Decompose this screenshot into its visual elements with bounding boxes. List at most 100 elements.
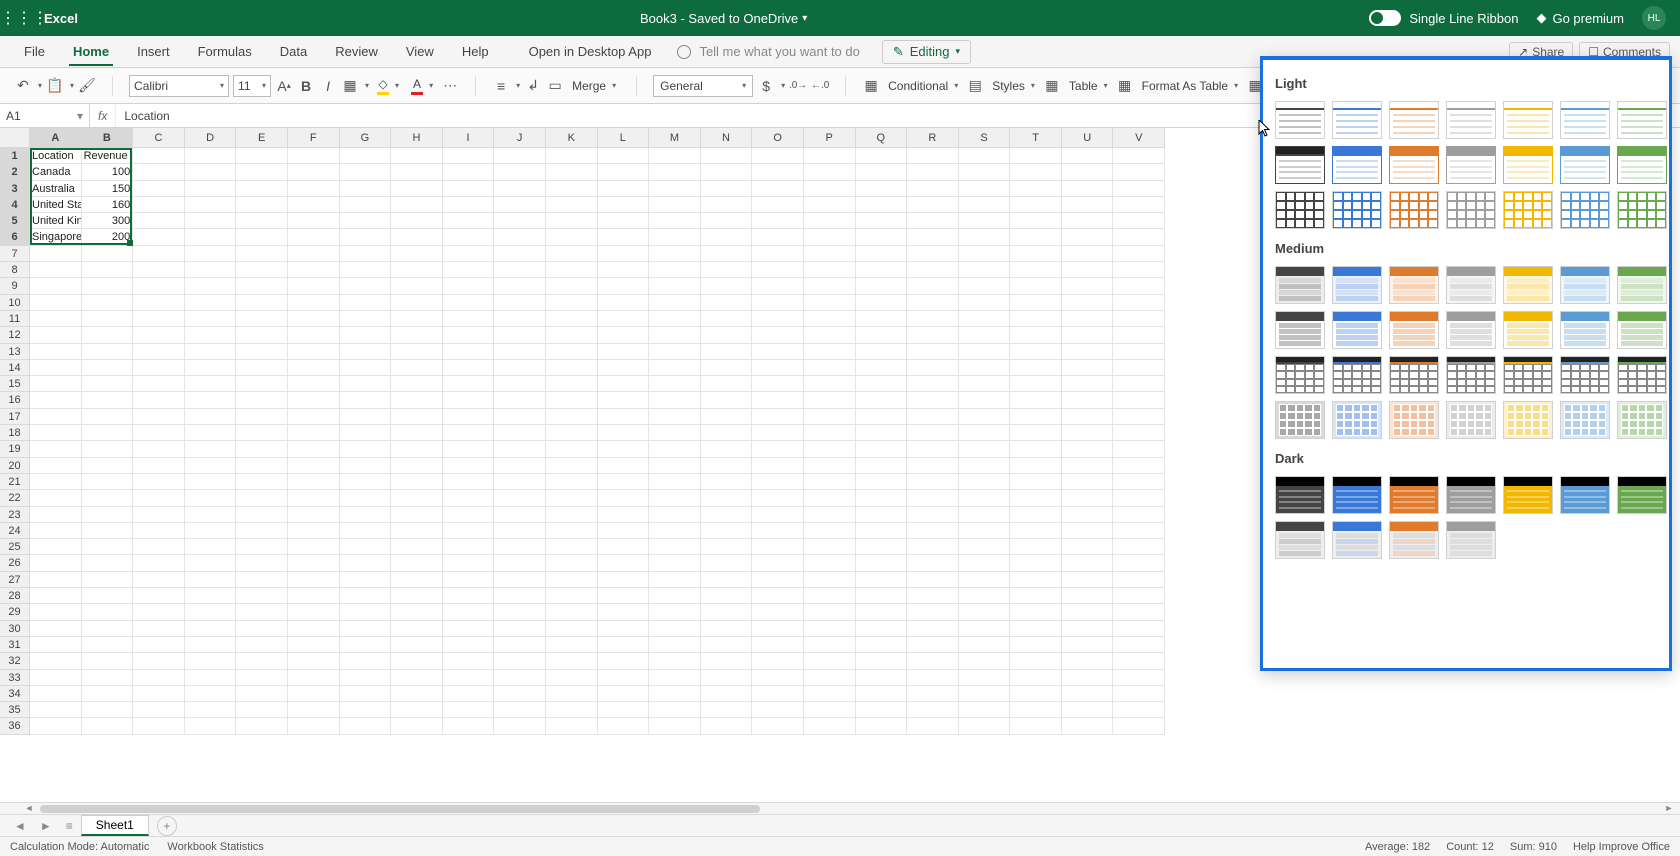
- cell[interactable]: [598, 213, 650, 229]
- cell[interactable]: [1010, 686, 1062, 702]
- cell[interactable]: [1062, 572, 1114, 588]
- cell[interactable]: [856, 539, 908, 555]
- cell[interactable]: [649, 278, 701, 294]
- cell[interactable]: [1010, 197, 1062, 213]
- cell[interactable]: [30, 702, 82, 718]
- cell[interactable]: [701, 653, 753, 669]
- cell[interactable]: [907, 555, 959, 571]
- cell[interactable]: [185, 637, 237, 653]
- cell[interactable]: [959, 507, 1011, 523]
- cell[interactable]: [959, 474, 1011, 490]
- column-header-M[interactable]: M: [649, 128, 701, 148]
- cell[interactable]: [185, 327, 237, 343]
- cell[interactable]: [391, 637, 443, 653]
- cell[interactable]: [907, 653, 959, 669]
- cell[interactable]: [752, 360, 804, 376]
- cell[interactable]: [82, 637, 134, 653]
- cell[interactable]: [133, 327, 185, 343]
- cell[interactable]: [598, 181, 650, 197]
- cell[interactable]: [340, 718, 392, 734]
- cell[interactable]: 100: [82, 164, 134, 180]
- cell[interactable]: [649, 327, 701, 343]
- cell[interactable]: [856, 604, 908, 620]
- cell[interactable]: [1113, 246, 1165, 262]
- cell[interactable]: [907, 311, 959, 327]
- cell[interactable]: [907, 604, 959, 620]
- cell[interactable]: [649, 507, 701, 523]
- row-header-17[interactable]: 17: [0, 409, 30, 425]
- cell[interactable]: [649, 621, 701, 637]
- cell[interactable]: [340, 392, 392, 408]
- cell[interactable]: [443, 539, 495, 555]
- cell[interactable]: [443, 474, 495, 490]
- cell[interactable]: [494, 148, 546, 164]
- add-sheet-button[interactable]: +: [157, 816, 177, 836]
- cell[interactable]: [1010, 539, 1062, 555]
- cell[interactable]: [391, 670, 443, 686]
- table-style-option[interactable]: [1446, 266, 1496, 304]
- cell[interactable]: [546, 409, 598, 425]
- cell[interactable]: [340, 409, 392, 425]
- cell[interactable]: [752, 197, 804, 213]
- cell[interactable]: [30, 604, 82, 620]
- currency-dropdown[interactable]: $: [757, 77, 775, 95]
- cell[interactable]: [546, 148, 598, 164]
- column-header-L[interactable]: L: [598, 128, 650, 148]
- cell[interactable]: [1113, 490, 1165, 506]
- cell[interactable]: [82, 572, 134, 588]
- cell[interactable]: [494, 262, 546, 278]
- cell[interactable]: [288, 458, 340, 474]
- row-header-31[interactable]: 31: [0, 637, 30, 653]
- cell[interactable]: [1010, 164, 1062, 180]
- cell[interactable]: [340, 523, 392, 539]
- cell[interactable]: [804, 295, 856, 311]
- row-header-29[interactable]: 29: [0, 604, 30, 620]
- cell[interactable]: [959, 637, 1011, 653]
- cell[interactable]: [701, 670, 753, 686]
- formula-value[interactable]: Location: [116, 109, 177, 123]
- cell[interactable]: [598, 604, 650, 620]
- cell[interactable]: [340, 588, 392, 604]
- cell[interactable]: [82, 653, 134, 669]
- cell[interactable]: [185, 197, 237, 213]
- table-style-option[interactable]: [1560, 476, 1610, 514]
- cell[interactable]: [959, 327, 1011, 343]
- cell[interactable]: [907, 702, 959, 718]
- cell[interactable]: [598, 588, 650, 604]
- cell[interactable]: [30, 555, 82, 571]
- cell[interactable]: [494, 360, 546, 376]
- cell[interactable]: [1010, 425, 1062, 441]
- cell[interactable]: [494, 197, 546, 213]
- cell[interactable]: [288, 572, 340, 588]
- cell[interactable]: [443, 229, 495, 245]
- cell[interactable]: [598, 360, 650, 376]
- column-header-S[interactable]: S: [959, 128, 1011, 148]
- cell[interactable]: [236, 572, 288, 588]
- cell[interactable]: [185, 262, 237, 278]
- cell[interactable]: [546, 621, 598, 637]
- cell[interactable]: [185, 523, 237, 539]
- cell[interactable]: [133, 474, 185, 490]
- cell[interactable]: [856, 490, 908, 506]
- cell[interactable]: [959, 588, 1011, 604]
- cell[interactable]: [649, 572, 701, 588]
- cell[interactable]: [494, 539, 546, 555]
- cell[interactable]: [340, 621, 392, 637]
- cell[interactable]: [82, 604, 134, 620]
- table-style-option[interactable]: [1446, 476, 1496, 514]
- cell[interactable]: [752, 523, 804, 539]
- cell[interactable]: [856, 425, 908, 441]
- cell[interactable]: [494, 229, 546, 245]
- column-header-J[interactable]: J: [494, 128, 546, 148]
- cell[interactable]: [236, 213, 288, 229]
- cell[interactable]: [804, 539, 856, 555]
- cell[interactable]: [82, 409, 134, 425]
- cell[interactable]: [443, 295, 495, 311]
- cell[interactable]: [804, 409, 856, 425]
- cell[interactable]: [288, 637, 340, 653]
- cell[interactable]: [752, 164, 804, 180]
- cell[interactable]: [494, 604, 546, 620]
- cell[interactable]: [598, 229, 650, 245]
- cell[interactable]: [959, 278, 1011, 294]
- cell[interactable]: [546, 213, 598, 229]
